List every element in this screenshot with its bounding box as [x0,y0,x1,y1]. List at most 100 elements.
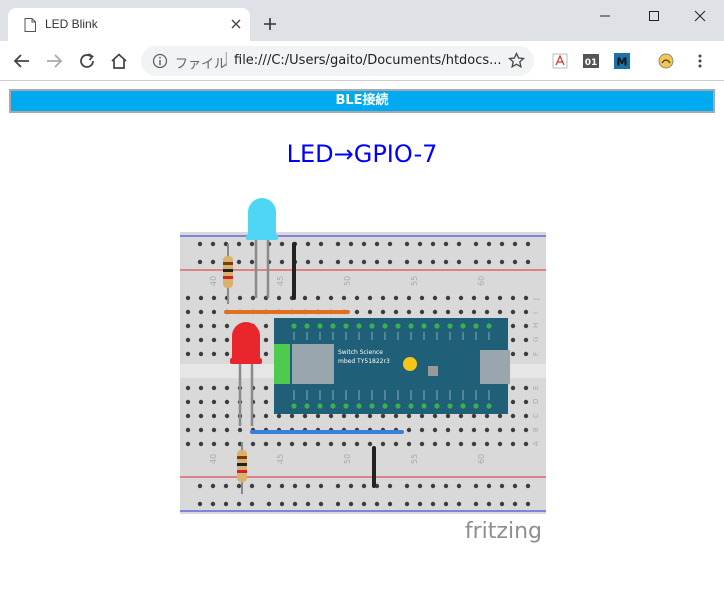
terminal-hole [289,413,295,419]
board-pin [369,403,375,409]
terminal-hole [224,323,230,329]
rail-hole [249,483,255,489]
terminal-hole [367,295,373,301]
browser-tab[interactable]: LED Blink [8,8,250,41]
board-usb [480,350,510,384]
column-number: 40 [209,454,218,464]
rail-hole [318,483,324,489]
office-extension-icon[interactable]: 01 [583,53,599,69]
terminal-hole [393,441,399,447]
rail-hole [361,483,367,489]
terminal-hole [211,337,217,343]
terminal-hole [471,309,477,315]
terminal-hole [315,441,321,447]
rail-hole [456,259,462,265]
terminal-hole [237,295,243,301]
rail-hole [305,259,311,265]
terminal-hole [510,351,516,357]
terminal-hole [224,351,230,357]
rail-hole [249,501,255,507]
board-button [428,366,438,376]
terminal-hole [406,413,412,419]
terminal-hole [497,413,503,419]
rail-hole [210,259,216,265]
row-letter: G [532,337,540,342]
rail-hole [318,241,324,247]
rail-hole [525,483,531,489]
rail-hole [335,259,341,265]
rail-hole [361,259,367,265]
forward-icon[interactable] [45,52,63,70]
terminal-hole [510,413,516,419]
rail-hole [417,259,423,265]
terminal-hole [211,323,217,329]
terminal-hole [237,427,243,433]
breadboard-diagram: 40 40 45 45 50 50 55 55 60 60 J I H G F E D C B A Switch Sc… [180,198,546,544]
close-tab-icon[interactable] [228,16,244,32]
rail-hole [348,483,354,489]
address-bar[interactable]: ファイル | file:///C:/Users/gaito/Documents/… [141,46,534,76]
rail-hole [223,501,229,507]
terminal-hole [354,295,360,301]
terminal-hole [289,441,295,447]
close-window-icon[interactable] [690,6,710,26]
rail-hole [292,483,298,489]
terminal-hole [302,413,308,419]
m-extension-icon[interactable]: M [614,53,630,69]
rail-hole [456,241,462,247]
row-letter: I [532,312,540,314]
menu-icon[interactable] [697,53,703,69]
url-separator: | [224,51,229,67]
minimize-icon[interactable] [595,6,615,26]
column-number: 50 [343,276,352,286]
reload-icon[interactable] [78,52,96,70]
rail-hole [210,501,216,507]
rail-hole [374,241,380,247]
terminal-hole [458,309,464,315]
pdf-extension-icon[interactable] [552,53,568,69]
board-pin [447,403,453,409]
terminal-hole [471,413,477,419]
home-icon[interactable] [110,52,128,70]
rail-hole [305,483,311,489]
terminal-hole [198,323,204,329]
user-extension-icon[interactable] [658,53,674,69]
terminal-hole [471,427,477,433]
terminal-hole [523,413,529,419]
board-pin [395,323,401,329]
rail-hole [361,501,367,507]
rail-hole [404,241,410,247]
terminal-hole [432,441,438,447]
resistor-band [223,262,233,265]
terminal-hole [471,295,477,301]
resistor-band [223,276,233,279]
led-red-base [230,358,262,364]
terminal-hole [510,441,516,447]
rail-hole [473,483,479,489]
terminal-hole [198,337,204,343]
ble-connect-button[interactable]: BLE接続 [9,89,715,113]
terminal-hole [224,337,230,343]
terminal-hole [393,295,399,301]
terminal-hole [263,337,269,343]
board-pin [408,403,414,409]
board-label-1: Switch Science [338,349,383,356]
terminal-hole [211,427,217,433]
rail-hole [417,241,423,247]
led-red [232,322,260,360]
url-text[interactable]: file:///C:/Users/gaito/Documents/htdocs.… [234,53,502,68]
new-tab-icon[interactable] [262,16,278,32]
info-icon[interactable] [152,53,168,69]
terminal-hole [250,295,256,301]
bookmark-star-icon[interactable] [508,52,525,69]
rail-hole [236,483,242,489]
maximize-icon[interactable] [644,6,664,26]
rail-hole [456,501,462,507]
terminal-hole [185,351,191,357]
rail-hole [236,501,242,507]
board-pin [304,403,310,409]
back-icon[interactable] [13,52,31,70]
terminal-hole [367,413,373,419]
terminal-hole [198,399,204,405]
led-cyan-base [246,234,278,240]
